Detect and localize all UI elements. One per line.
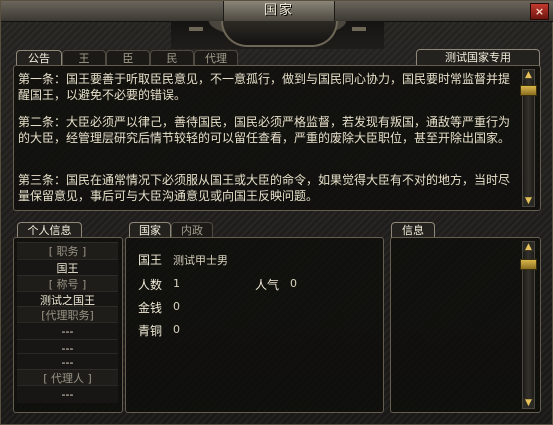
scroll-down-icon[interactable]: ▼ [523,196,534,206]
close-button[interactable]: × [530,3,549,20]
scroll-up-icon[interactable]: ▲ [523,70,534,80]
ornament-arch [221,21,338,47]
scroll-thumb[interactable] [520,85,537,96]
title-ornament [171,21,384,49]
country-window: 国家 × 公告 王 臣 民 代理 测试国家专用 第一条：国王要善于听取臣民意见，… [0,0,553,425]
gold-value: 0 [173,300,180,313]
law-article-1: 第一条：国王要善于听取臣民意见，不一意孤行，做到与国民同心协力，国民要时常监督并… [18,72,511,102]
population-value: 1 [173,277,180,290]
king-label: 国王 [138,253,163,267]
popularity-value: 0 [290,277,297,290]
ornament-bar [352,27,366,31]
tab-king[interactable]: 王 [62,50,106,66]
ornament-bar [189,27,203,31]
scroll-thumb[interactable] [520,259,537,270]
position-label: [ 职务 ] [17,242,118,260]
tab-internal-affairs[interactable]: 内政 [171,222,213,238]
window-title: 国家 [223,1,335,23]
info-scrollbar[interactable]: ▲ ▼ [520,241,537,409]
law-article-3: 第三条：国民在通常情况下必须服从国王或大臣的命令，如果觉得大臣有不对的地方，当时… [18,173,511,203]
announcement-scrollbar[interactable]: ▲ ▼ [520,69,537,207]
law-article-2: 第二条：大臣必须严以律己，善待国民，国民必须严格监督，若发现有叛国，通敌等严重行… [18,115,511,145]
popularity-label: 人气 [255,278,280,292]
info-panel [390,237,541,413]
population-label: 人数 [138,278,163,292]
country-name-badge: 测试国家专用 [416,49,540,66]
acting-position-value: --- [17,322,118,340]
close-icon: × [534,5,545,18]
info-tab: 信息 [391,222,435,238]
bronze-value: 0 [173,323,180,336]
king-value: 测试甲士男 [173,254,228,267]
tab-announcement[interactable]: 公告 [16,50,62,66]
tab-country[interactable]: 国家 [129,222,171,238]
country-panel [125,237,384,413]
tab-citizens[interactable]: 民 [150,50,194,66]
scroll-up-icon[interactable]: ▲ [523,242,534,252]
agent-value: --- [17,385,118,403]
gold-label: 金钱 [138,301,163,315]
tab-agents[interactable]: 代理 [194,50,238,66]
scroll-down-icon[interactable]: ▼ [523,398,534,408]
personal-info-tab: 个人信息 [17,222,82,238]
tab-ministers[interactable]: 臣 [106,50,150,66]
bronze-label: 青铜 [138,324,163,338]
